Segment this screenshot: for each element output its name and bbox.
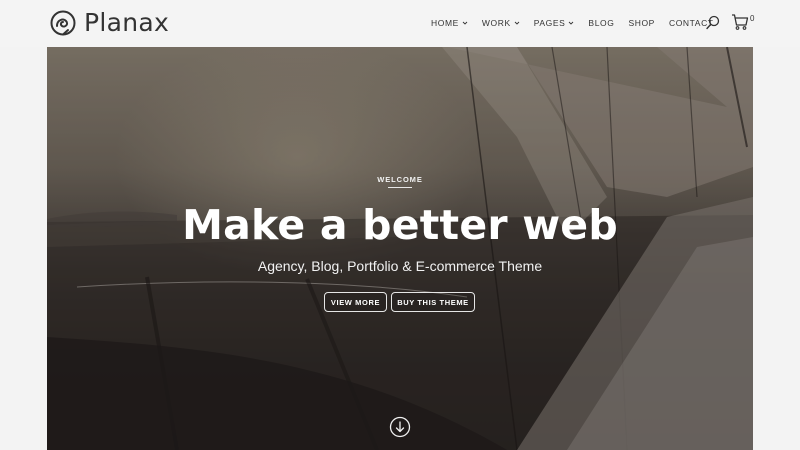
main-nav: HOME WORK PAGES BLOG SHOP CONTACT <box>431 16 728 30</box>
nav-item-label: PAGES <box>533 18 566 28</box>
hero-headline: Make a better web <box>182 201 618 249</box>
hero-content: WELCOME Make a better web Agency, Blog, … <box>47 47 753 450</box>
nav-item-label: SHOP <box>628 18 655 28</box>
arrow-down-circle-icon[interactable] <box>389 416 411 438</box>
chevron-down-icon <box>514 21 520 25</box>
nav-item-home[interactable]: HOME <box>431 18 468 28</box>
hero-subheadline: Agency, Blog, Portfolio & E-commerce The… <box>257 258 543 274</box>
nav-item-work[interactable]: WORK <box>482 18 520 28</box>
planax-logo-icon <box>50 10 76 36</box>
nav-item-label: WORK <box>481 18 511 28</box>
view-more-button[interactable]: VIEW MORE <box>324 292 387 312</box>
brand-name: Planax <box>84 8 170 37</box>
cart-icon[interactable] <box>731 13 749 31</box>
cart-count-badge: 0 <box>750 14 755 23</box>
chevron-down-icon <box>462 21 468 25</box>
eyebrow-divider <box>388 187 412 188</box>
nav-item-shop[interactable]: SHOP <box>628 18 655 28</box>
nav-item-label: BLOG <box>588 18 615 28</box>
search-icon[interactable] <box>706 15 720 30</box>
hero-buttons: VIEW MORE BUY THIS THEME <box>324 292 475 312</box>
nav-item-pages[interactable]: PAGES <box>534 18 575 28</box>
nav-item-blog[interactable]: BLOG <box>588 18 614 28</box>
nav-item-label: HOME <box>431 18 459 28</box>
site-header: Planax HOME WORK PAGES BLOG SHOP CONTACT <box>0 0 800 47</box>
hero-section: WELCOME Make a better web Agency, Blog, … <box>47 47 753 450</box>
hero-eyebrow: WELCOME <box>377 175 423 184</box>
brand-logo[interactable]: Planax <box>49 9 169 37</box>
buy-theme-button[interactable]: BUY THIS THEME <box>391 292 475 312</box>
chevron-down-icon <box>569 21 574 25</box>
